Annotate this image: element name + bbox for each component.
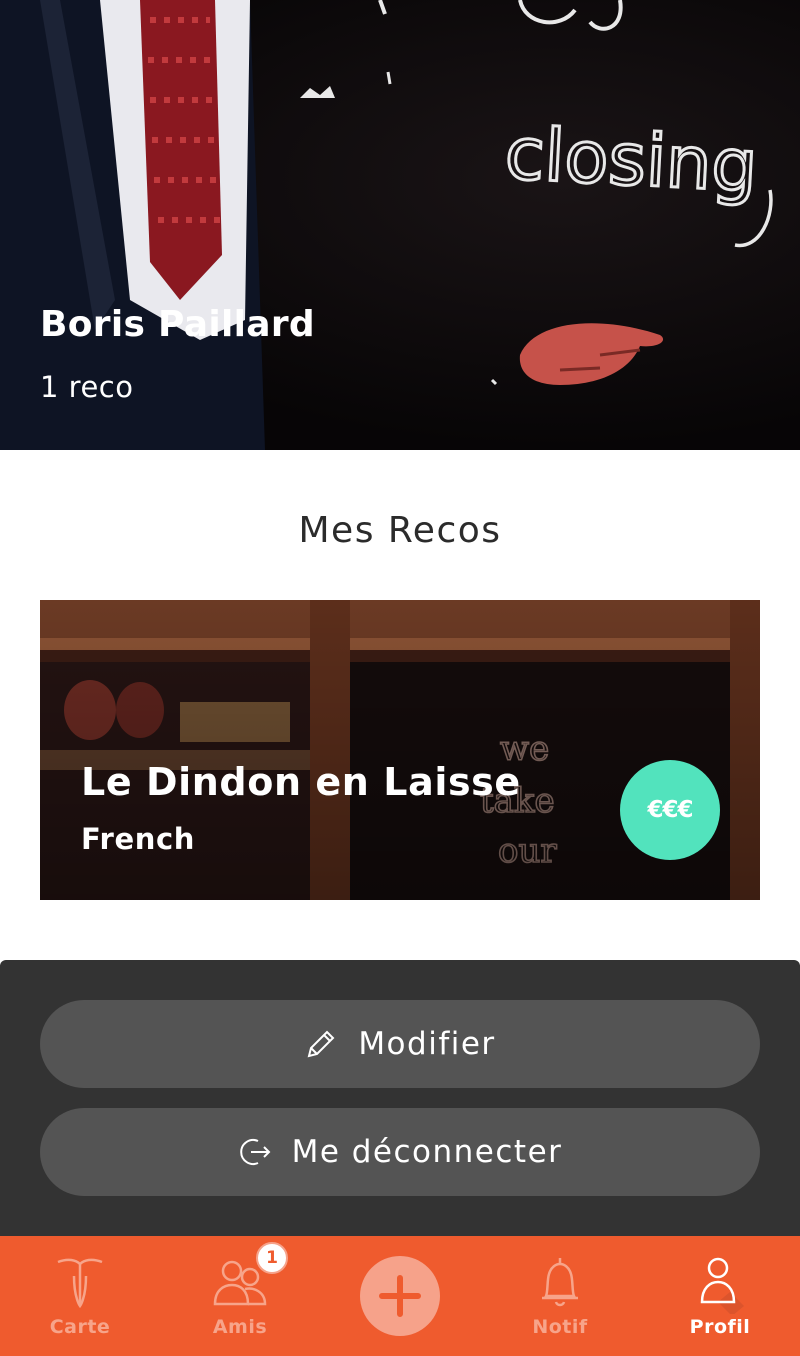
- logout-icon: [238, 1135, 272, 1169]
- profile-name: Boris Paillard: [40, 304, 315, 345]
- tab-amis-label: Amis: [212, 1316, 268, 1338]
- profile-actions-panel: Modifier Me déconnecter: [0, 960, 800, 1236]
- section-title: Mes Recos: [298, 510, 502, 551]
- tab-notif-label: Notif: [532, 1316, 588, 1338]
- add-reco-button[interactable]: [320, 1236, 480, 1356]
- svg-text:closing: closing: [503, 111, 760, 208]
- pencil-icon: [304, 1027, 338, 1061]
- profile-icon: [688, 1254, 752, 1318]
- tab-notif[interactable]: Notif: [480, 1236, 640, 1356]
- tab-carte-label: Carte: [49, 1316, 111, 1338]
- price-badge: €€€: [620, 760, 720, 860]
- profile-reco-count: 1 reco: [40, 370, 134, 404]
- notification-badge: 1: [256, 1242, 288, 1274]
- edit-profile-button[interactable]: Modifier: [40, 1000, 760, 1088]
- reco-name: Le Dindon en Laisse: [81, 760, 521, 804]
- reco-card[interactable]: we take our Le Dindon en Laisse French €…: [40, 600, 760, 900]
- reco-cuisine: French: [81, 822, 196, 856]
- tab-profil[interactable]: Profil: [640, 1236, 800, 1356]
- bell-icon: [536, 1254, 584, 1314]
- plus-icon: [360, 1256, 440, 1336]
- profile-cover: closing Boris Paillard 1 reco: [0, 0, 800, 450]
- map-pin-icon: [54, 1254, 106, 1316]
- edit-profile-label: Modifier: [358, 1026, 496, 1062]
- tab-carte[interactable]: Carte: [0, 1236, 160, 1356]
- tab-amis[interactable]: 1 Amis: [160, 1236, 320, 1356]
- logout-label: Me déconnecter: [291, 1134, 563, 1170]
- tab-profil-label: Profil: [689, 1316, 751, 1338]
- logout-button[interactable]: Me déconnecter: [40, 1108, 760, 1196]
- bottom-tab-bar: Carte 1 Amis Notif Profil: [0, 1236, 800, 1356]
